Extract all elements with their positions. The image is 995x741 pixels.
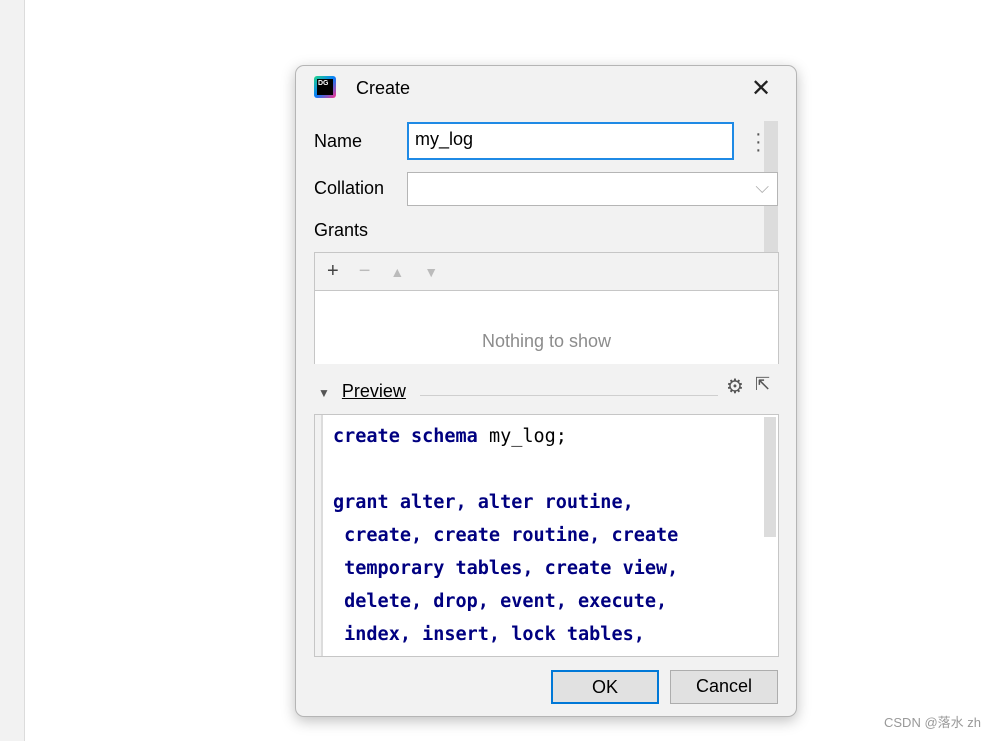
move-up-icon[interactable]: ▲ bbox=[390, 264, 404, 280]
datagrip-logo-icon: DG bbox=[314, 76, 336, 98]
left-panel bbox=[0, 0, 25, 741]
collation-label: Collation bbox=[314, 178, 385, 198]
code-line: index, insert, lock tables, bbox=[333, 624, 645, 645]
code-text: create schema my_log; grant alter, alter… bbox=[333, 420, 678, 651]
code-line: create, create routine, create bbox=[333, 525, 679, 546]
close-icon[interactable]: ✕ bbox=[751, 74, 771, 103]
ok-button[interactable]: OK bbox=[551, 670, 659, 704]
code-gutter bbox=[315, 415, 323, 656]
grants-table: + − ▲ ▼ Nothing to show bbox=[314, 252, 779, 364]
preview-separator bbox=[420, 395, 718, 396]
preview-toggle[interactable]: ▼ Preview bbox=[318, 381, 406, 402]
triangle-down-icon: ▼ bbox=[318, 386, 330, 400]
code-scrollbar[interactable] bbox=[764, 417, 776, 537]
cancel-button[interactable]: Cancel bbox=[670, 670, 778, 704]
grants-toolbar: + − ▲ ▼ bbox=[315, 253, 778, 291]
collation-select[interactable]: ⌵ bbox=[407, 172, 778, 206]
dialog-title: Create bbox=[356, 78, 411, 98]
create-dialog: DG Create ✕ Name my_log · · · Collation ⌵ … bbox=[295, 65, 797, 717]
more-options-icon[interactable]: · · · bbox=[755, 124, 762, 160]
chevron-down-icon: ⌵ bbox=[755, 177, 769, 197]
open-external-icon[interactable]: ⇱ bbox=[755, 374, 770, 395]
watermark: CSDN @落水 zh bbox=[884, 715, 981, 730]
preview-code[interactable]: create schema my_log; grant alter, alter… bbox=[314, 414, 779, 657]
add-icon[interactable]: + bbox=[327, 260, 339, 283]
name-label: Name bbox=[314, 131, 363, 151]
grants-empty-text: Nothing to show bbox=[481, 331, 612, 351]
code-line: temporary tables, create view, bbox=[333, 558, 679, 579]
code-line: create schema my_log; bbox=[333, 426, 567, 447]
grants-label: Grants bbox=[314, 220, 369, 240]
preview-label: Preview bbox=[341, 381, 406, 401]
name-input[interactable]: my_log bbox=[407, 122, 734, 160]
move-down-icon[interactable]: ▼ bbox=[424, 264, 438, 280]
gear-icon[interactable]: ⚙ bbox=[726, 374, 744, 399]
code-line: grant alter, alter routine, bbox=[333, 492, 634, 513]
code-line: delete, drop, event, execute, bbox=[333, 591, 668, 612]
remove-icon[interactable]: − bbox=[359, 260, 371, 283]
